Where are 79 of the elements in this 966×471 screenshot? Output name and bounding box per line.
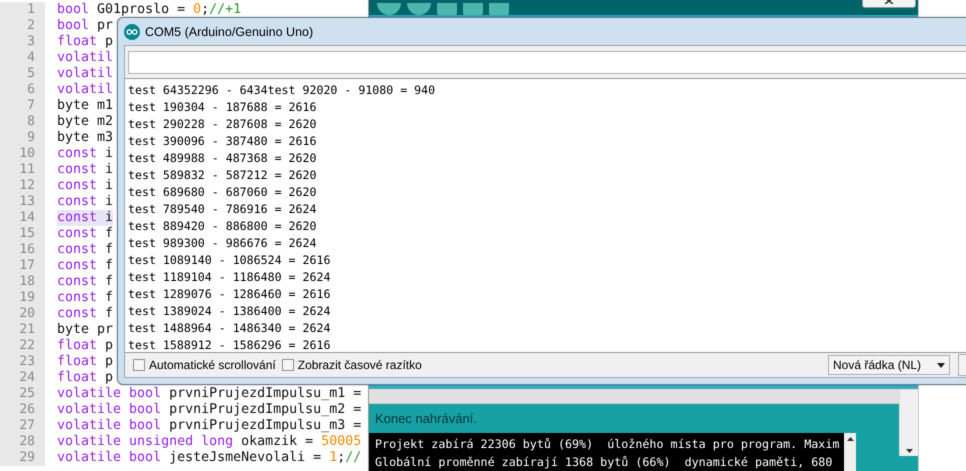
code-line: volatile unsigned long okamzik = 50005 <box>57 434 362 450</box>
checkbox-label: Automatické scrollování <box>149 358 276 372</box>
code-line: bool pr <box>57 18 114 34</box>
line-number: 24 <box>0 370 45 386</box>
line-number: 11 <box>0 162 45 178</box>
output-line: test 390096 - 387480 = 2616 <box>128 133 318 150</box>
line-number: 23 <box>0 354 45 370</box>
output-line: test 1189104 - 1186480 = 2624 <box>128 269 332 286</box>
line-number: 18 <box>0 274 45 290</box>
code-line: volatil <box>57 82 114 98</box>
line-number: 27 <box>0 418 45 434</box>
output-line: test 1488964 - 1486340 = 2624 <box>128 320 332 337</box>
line-number: 16 <box>0 242 45 258</box>
code-line: const f <box>57 306 114 322</box>
console-line: Projekt zabírá 22306 bytů (69%) úložného místa pro program. Maxim <box>375 436 840 453</box>
code-line: float p <box>57 34 114 50</box>
output-line: test 689680 - 687060 = 2620 <box>128 184 318 201</box>
line-ending-dropdown[interactable]: Nová řádka (NL) <box>828 355 950 375</box>
code-line: float p <box>57 354 114 370</box>
code-line: volatile bool prvniPrujezdImpulsu_m1 = <box>57 386 362 402</box>
output-line: test 1089140 - 1086524 = 2616 <box>128 252 332 269</box>
line-number: 22 <box>0 338 45 354</box>
code-line: volatil <box>57 66 114 82</box>
line-number: 4 <box>0 50 45 66</box>
output-line: test 1389024 - 1386400 = 2624 <box>128 303 332 320</box>
code-line: volatile bool prvniPrujezdImpulsu_m2 = <box>57 402 362 418</box>
checkbox-label: Zobrazit časové razítko <box>298 358 422 372</box>
output-line: test 789540 - 786916 = 2624 <box>128 201 318 218</box>
line-number: 17 <box>0 258 45 274</box>
line-number: 3 <box>0 34 45 50</box>
line-number: 14 <box>0 210 45 226</box>
code-line: float p <box>57 370 114 386</box>
window-title: COM5 (Arduino/Genuino Uno) <box>145 24 314 38</box>
output-line: test 290228 - 287608 = 2620 <box>128 116 318 133</box>
code-line: const i <box>57 146 114 162</box>
line-number: 21 <box>0 322 45 338</box>
line-number: 6 <box>0 82 45 98</box>
code-line: volatile bool prvniPrujezdImpulsu_m3 = <box>57 418 362 434</box>
line-number: 20 <box>0 306 45 322</box>
line-number: 7 <box>0 98 45 114</box>
output-line: test 889420 - 886800 = 2620 <box>128 218 318 235</box>
output-line: test 1588912 - 1586296 = 2616 <box>128 337 332 352</box>
code-line: const f <box>57 258 114 274</box>
line-number: 15 <box>0 226 45 242</box>
code-line: byte m1 <box>57 98 114 114</box>
line-number: 12 <box>0 178 45 194</box>
code-line: const f <box>57 290 114 306</box>
code-line: volatile bool jesteJsmeNevolali = 1;// <box>57 450 362 466</box>
output-line: test 589832 - 587212 = 2620 <box>128 167 318 184</box>
line-number: 9 <box>0 130 45 146</box>
code-line: const f <box>57 274 114 290</box>
code-line: bool G01proslo = 0;//+1 <box>57 2 242 18</box>
output-line: test 64352296 - 6434test 92020 - 91080 = 940 <box>128 82 436 99</box>
code-line: byte pr <box>57 322 114 338</box>
line-number: 29 <box>0 450 45 466</box>
console-line: Globální proměnné zabírají 1368 bytů (66%) dynamické paměti, 680 <box>375 454 834 471</box>
code-line: const i <box>57 178 114 194</box>
line-number: 19 <box>0 290 45 306</box>
code-line: byte m3 <box>57 130 114 146</box>
line-number: 2 <box>0 18 45 34</box>
line-number: 13 <box>0 194 45 210</box>
line-number: 25 <box>0 386 45 402</box>
line-number: 28 <box>0 434 45 450</box>
output-line: test 1289076 - 1286460 = 2616 <box>128 286 332 303</box>
code-line: const f <box>57 226 114 242</box>
output-line: test 489988 - 487368 = 2620 <box>128 150 318 167</box>
line-number: 26 <box>0 402 45 418</box>
code-line: const f <box>57 242 114 258</box>
code-line: volatil <box>57 50 114 66</box>
line-number: 8 <box>0 114 45 130</box>
code-line: float p <box>57 338 114 354</box>
line-number: 1 <box>0 2 45 18</box>
code-line: const i <box>57 162 114 178</box>
line-number: 5 <box>0 66 45 82</box>
output-line: test 190304 - 187688 = 2616 <box>128 99 318 116</box>
output-line: test 989300 - 986676 = 2624 <box>128 235 318 252</box>
line-number: 10 <box>0 146 45 162</box>
code-line: const i <box>57 194 114 210</box>
code-line: byte m2 <box>57 114 114 130</box>
